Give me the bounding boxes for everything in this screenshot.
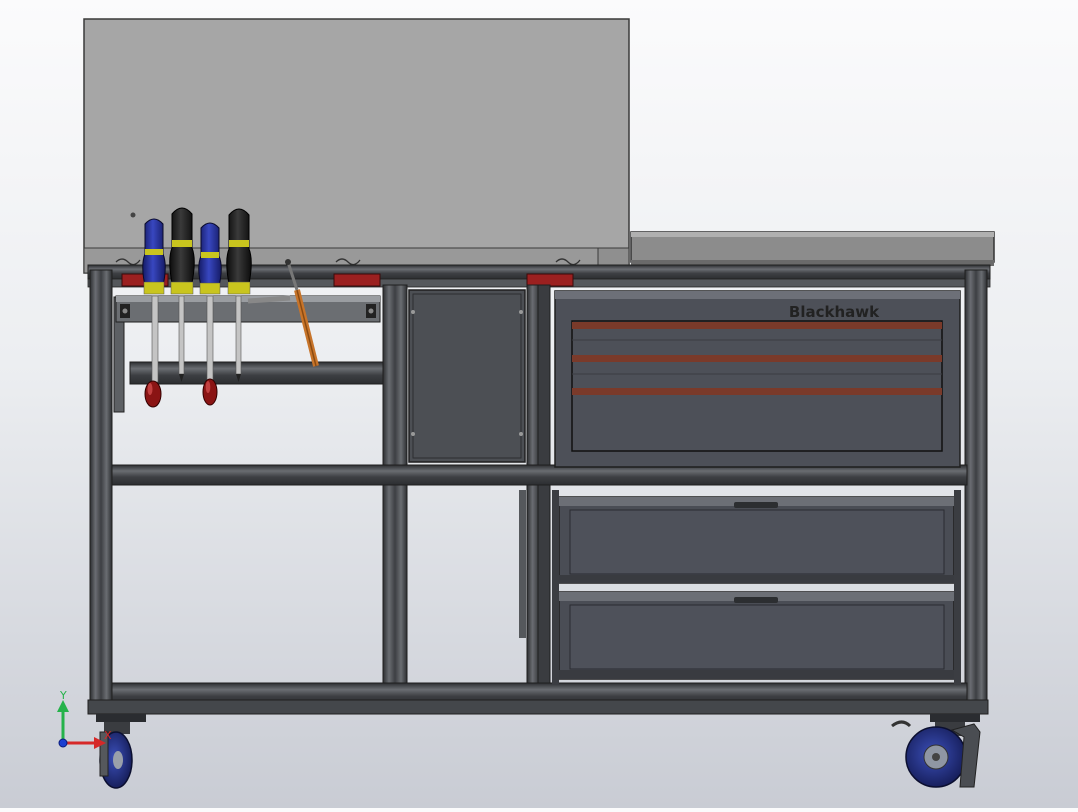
toolbox-drawer-handle-2[interactable] — [572, 355, 942, 362]
caster-wheel-left[interactable] — [96, 714, 146, 789]
back-panel[interactable] — [83, 18, 630, 274]
drawer-lower[interactable] — [558, 591, 955, 680]
workbench-model[interactable]: Blackhawk Y X — [0, 0, 1078, 808]
toolbox-drawer-handle-3[interactable] — [572, 388, 942, 395]
center-cabinet-panel[interactable] — [408, 289, 526, 463]
drawer-upper-handle[interactable] — [734, 502, 778, 508]
screwdriver-2[interactable] — [169, 207, 195, 382]
triad-y-label: Y — [59, 689, 67, 702]
blackhawk-toolbox[interactable]: Blackhawk — [554, 290, 961, 468]
drawer-upper[interactable] — [558, 496, 955, 584]
brand-label: Blackhawk — [789, 303, 880, 321]
drawer-lower-handle[interactable] — [734, 597, 778, 603]
toolbox-drawer-handle-1[interactable] — [572, 322, 942, 329]
caster-wheel-right[interactable] — [891, 714, 981, 788]
right-worktop[interactable] — [630, 231, 995, 266]
cad-graphics-viewport[interactable]: Blackhawk Y X — [0, 0, 1078, 808]
triad-x-label: X — [104, 729, 112, 742]
